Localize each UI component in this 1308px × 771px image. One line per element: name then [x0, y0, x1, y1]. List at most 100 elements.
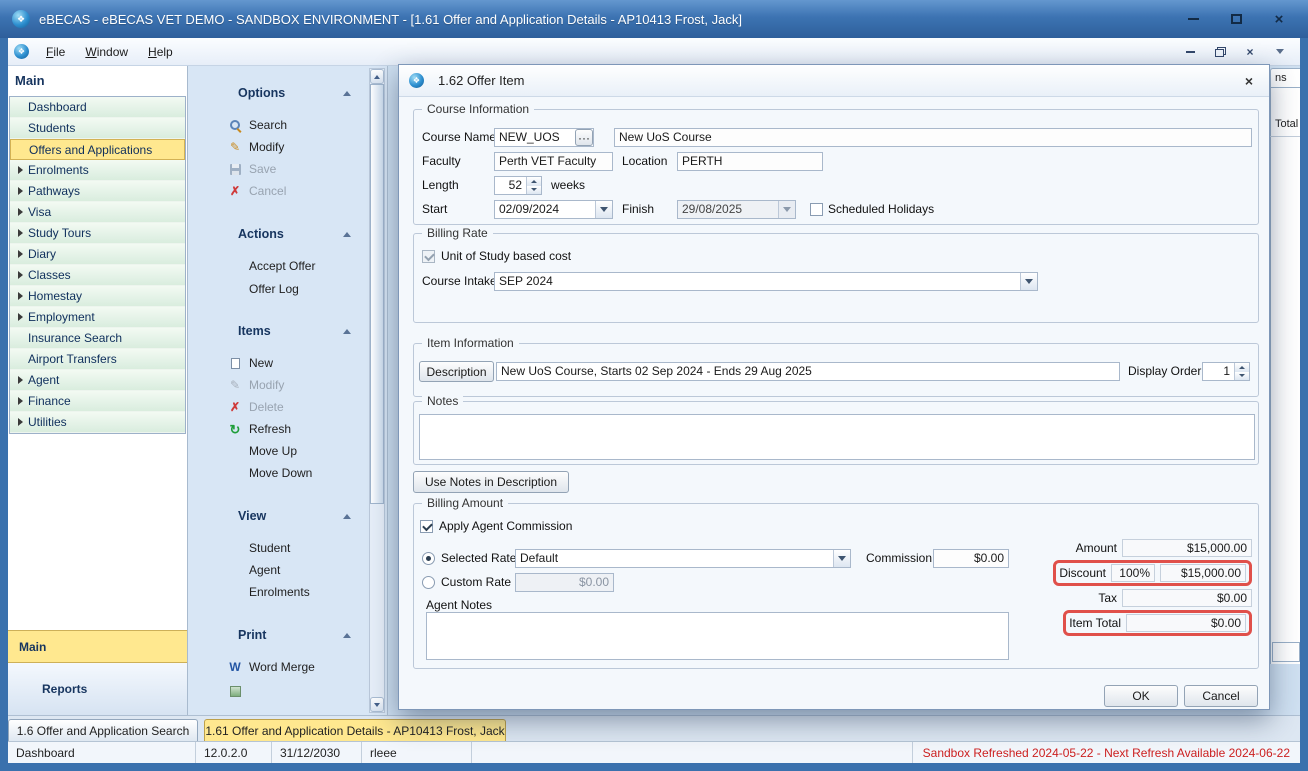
length-spinner[interactable]: 52: [494, 176, 542, 195]
options-item-modify[interactable]: ✎Modify: [228, 138, 284, 156]
sidebar-item-finance[interactable]: Finance: [10, 391, 185, 412]
tab-offer-details[interactable]: 1.61 Offer and Application Details - AP1…: [204, 719, 506, 742]
agent-notes-textarea[interactable]: [426, 612, 1009, 660]
sidebar-group-reports[interactable]: Reports: [8, 663, 187, 715]
items-item-modify[interactable]: ✎Modify: [228, 376, 284, 394]
description-input[interactable]: New UoS Course, Starts 02 Sep 2024 - End…: [496, 362, 1120, 381]
print-item-partial[interactable]: [228, 682, 242, 700]
selected-rate-radio[interactable]: [422, 552, 435, 565]
collapse-arrow-icon[interactable]: [343, 514, 351, 519]
rate-combo[interactable]: Default: [515, 549, 851, 568]
sidebar-item-pathways[interactable]: Pathways: [10, 181, 185, 202]
mdi-restore-button[interactable]: [1212, 44, 1228, 60]
menu-window[interactable]: Window: [76, 41, 137, 63]
scrollbar-thumb[interactable]: [370, 84, 384, 504]
chevron-down-icon[interactable]: [595, 201, 612, 218]
cancel-button[interactable]: Cancel: [1184, 685, 1258, 707]
options-item-save[interactable]: Save: [228, 160, 276, 178]
collapse-arrow-icon[interactable]: [343, 329, 351, 334]
course-name-browse-button[interactable]: ···: [575, 129, 593, 146]
taskpane-scrollbar[interactable]: [369, 68, 385, 713]
tax-field[interactable]: $0.00: [1122, 589, 1252, 607]
spin-down-icon[interactable]: [1235, 372, 1249, 381]
menu-help[interactable]: Help: [139, 41, 182, 63]
dialog-close-button[interactable]: ×: [1239, 71, 1259, 91]
menu-file[interactable]: File: [37, 41, 74, 63]
ok-button[interactable]: OK: [1104, 685, 1178, 707]
tab-offer-search[interactable]: 1.6 Offer and Application Search: [8, 719, 198, 742]
custom-rate-radio[interactable]: [422, 576, 435, 589]
spin-down-icon[interactable]: [527, 186, 541, 195]
items-item-move-down[interactable]: Move Down: [228, 464, 312, 482]
amount-field[interactable]: $15,000.00: [1122, 539, 1252, 557]
sidebar-item-study-tours[interactable]: Study Tours: [10, 223, 185, 244]
items-item-new[interactable]: New: [228, 354, 273, 372]
chevron-down-icon[interactable]: [1020, 273, 1037, 290]
scheduled-holidays-checkbox[interactable]: [810, 203, 823, 216]
close-button[interactable]: ×: [1262, 7, 1296, 31]
sidebar-item-visa[interactable]: Visa: [10, 202, 185, 223]
sidebar-item-offers-and-applications[interactable]: Offers and Applications: [10, 139, 185, 160]
sidebar-item-dashboard[interactable]: Dashboard: [10, 97, 185, 118]
custom-rate-field[interactable]: $0.00: [515, 573, 614, 592]
actions-item-accept-offer[interactable]: Accept Offer: [228, 257, 315, 275]
items-item-refresh[interactable]: ↻Refresh: [228, 420, 291, 438]
spin-up-icon[interactable]: [527, 177, 541, 186]
mdi-minimize-button[interactable]: [1182, 44, 1198, 60]
use-notes-button[interactable]: Use Notes in Description: [413, 471, 569, 493]
faculty-field[interactable]: Perth VET Faculty: [494, 152, 613, 171]
spin-up-icon[interactable]: [1235, 363, 1249, 372]
mdi-close-button[interactable]: ×: [1242, 44, 1258, 60]
sidebar-item-insurance-search[interactable]: Insurance Search: [10, 328, 185, 349]
items-item-move-up[interactable]: Move Up: [228, 442, 297, 460]
commission-field[interactable]: $0.00: [933, 549, 1009, 568]
sidebar-item-airport-transfers[interactable]: Airport Transfers: [10, 349, 185, 370]
sidebar-item-utilities[interactable]: Utilities: [10, 412, 185, 433]
panel-header-print[interactable]: Print: [238, 627, 351, 643]
display-order-spinner[interactable]: 1: [1202, 362, 1250, 381]
spinner-buttons[interactable]: [526, 177, 541, 194]
sidebar-item-classes[interactable]: Classes: [10, 265, 185, 286]
maximize-button[interactable]: [1219, 7, 1253, 31]
sidebar-item-agent[interactable]: Agent: [10, 370, 185, 391]
panel-header-view[interactable]: View: [238, 508, 351, 524]
view-item-student[interactable]: Student: [228, 539, 290, 557]
apply-agent-commission-checkbox[interactable]: [420, 520, 433, 533]
panel-header-actions[interactable]: Actions: [238, 226, 351, 242]
sidebar-item-homestay[interactable]: Homestay: [10, 286, 185, 307]
collapse-arrow-icon[interactable]: [343, 91, 351, 96]
description-button[interactable]: Description: [419, 361, 494, 382]
course-intake-combo[interactable]: SEP 2024: [494, 272, 1038, 291]
toolbar-overflow-button[interactable]: [1272, 44, 1288, 60]
finish-date-combo[interactable]: 29/08/2025: [677, 200, 796, 219]
chevron-down-icon[interactable]: [833, 550, 850, 567]
start-date-combo[interactable]: 02/09/2024: [494, 200, 613, 219]
item-total-field[interactable]: $0.00: [1126, 614, 1246, 632]
scroll-up-button[interactable]: [370, 69, 384, 84]
collapse-arrow-icon[interactable]: [343, 633, 351, 638]
panel-header-items[interactable]: Items: [238, 323, 351, 339]
discount-amount-field[interactable]: $15,000.00: [1160, 564, 1246, 582]
collapse-arrow-icon[interactable]: [343, 232, 351, 237]
options-item-search[interactable]: Search: [228, 116, 287, 134]
location-field[interactable]: PERTH: [677, 152, 823, 171]
course-title-field[interactable]: New UoS Course: [614, 128, 1252, 147]
items-item-delete[interactable]: ✗Delete: [228, 398, 284, 416]
notes-textarea[interactable]: [419, 414, 1255, 460]
minimize-button[interactable]: [1176, 7, 1210, 31]
options-item-cancel[interactable]: ✗Cancel: [228, 182, 286, 200]
uos-cost-checkbox[interactable]: [422, 250, 435, 263]
view-item-agent[interactable]: Agent: [228, 561, 280, 579]
view-item-enrolments[interactable]: Enrolments: [228, 583, 310, 601]
spinner-buttons[interactable]: [1234, 363, 1249, 380]
sidebar-item-employment[interactable]: Employment: [10, 307, 185, 328]
sidebar-item-students[interactable]: Students: [10, 118, 185, 139]
sidebar-group-main[interactable]: Main: [8, 630, 187, 663]
scroll-down-button[interactable]: [370, 697, 384, 712]
sidebar-item-enrolments[interactable]: Enrolments: [10, 160, 185, 181]
panel-header-options[interactable]: Options: [238, 85, 351, 101]
print-item-word-merge[interactable]: WWord Merge: [228, 658, 315, 676]
discount-percent-field[interactable]: 100%: [1111, 564, 1155, 582]
actions-item-offer-log[interactable]: Offer Log: [228, 280, 299, 298]
sidebar-item-diary[interactable]: Diary: [10, 244, 185, 265]
